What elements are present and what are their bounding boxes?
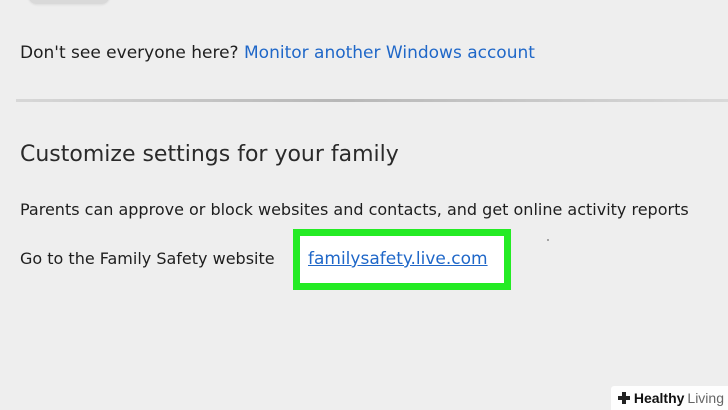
monitor-another-account-link[interactable]: Monitor another Windows account xyxy=(244,43,535,63)
watermark-light-text: Living xyxy=(687,390,724,406)
family-safety-description: Parents can approve or block websites an… xyxy=(20,200,689,219)
top-button-remnant xyxy=(28,0,110,4)
monitor-account-row: Don't see everyone here? Monitor another… xyxy=(20,41,535,65)
section-divider xyxy=(16,99,728,102)
watermark-strong-text: Healthy xyxy=(633,390,685,406)
family-safety-website-link[interactable]: familysafety.live.com xyxy=(308,247,488,271)
customize-settings-title: Customize settings for your family xyxy=(20,142,399,167)
plus-icon xyxy=(617,391,631,405)
healthy-living-watermark: Healthy Living xyxy=(610,386,728,410)
family-safety-website-prompt: Go to the Family Safety website xyxy=(20,249,275,268)
screen-speck xyxy=(547,239,549,241)
monitor-account-prompt: Don't see everyone here? xyxy=(20,43,239,63)
